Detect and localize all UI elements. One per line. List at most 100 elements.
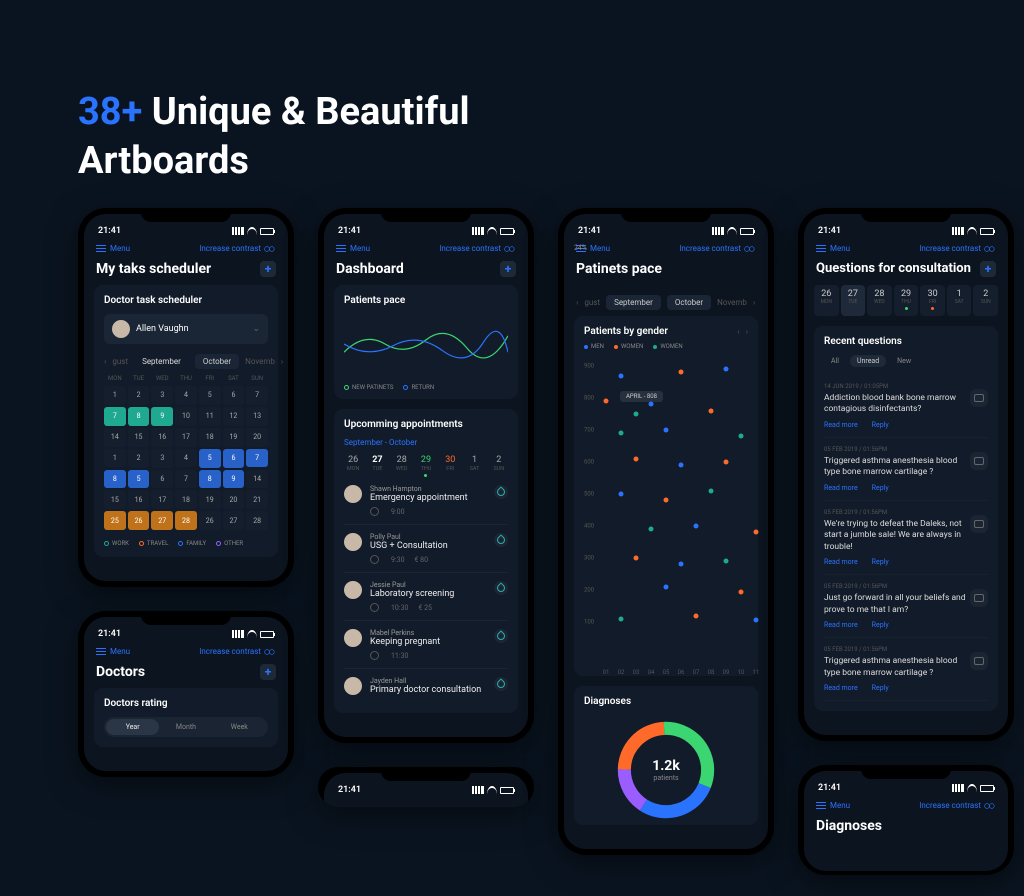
chart-nav[interactable]: ‹› [737, 327, 748, 336]
add-button[interactable]: + [260, 664, 276, 680]
calendar-day[interactable]: 27 [223, 511, 245, 530]
calendar-day[interactable]: 9 [151, 407, 173, 426]
calendar-day[interactable]: 16 [151, 428, 173, 447]
read-more-link[interactable]: Read more [824, 621, 858, 629]
calendar-day[interactable]: 8 [128, 407, 150, 426]
calendar-day[interactable]: 15 [128, 428, 150, 447]
calendar-day[interactable]: 18 [175, 490, 197, 509]
chat-icon[interactable] [970, 652, 988, 670]
calendar-day[interactable]: 5 [128, 470, 150, 489]
calendar-day[interactable]: 26 [199, 511, 221, 530]
calendar-day[interactable]: 25 [104, 511, 126, 530]
chat-icon[interactable] [970, 589, 988, 607]
contrast-toggle[interactable]: Increase contrast [919, 244, 996, 253]
calendar-day[interactable]: 20 [246, 428, 268, 447]
call-icon[interactable] [494, 533, 508, 547]
chat-icon[interactable] [970, 515, 988, 533]
day-picker-item[interactable]: 30FRI [441, 455, 459, 477]
appointment-item[interactable]: Mabel PerkinsKeeping pregnant11:30 [344, 620, 508, 668]
calendar-day[interactable]: 14 [104, 428, 126, 447]
menu-button[interactable]: Menu [336, 244, 370, 253]
calendar-day[interactable]: 26 [128, 511, 150, 530]
day-picker-item[interactable]: 27TUE [841, 285, 866, 316]
contrast-toggle[interactable]: Increase contrast [439, 244, 516, 253]
calendar-day[interactable]: 6 [223, 449, 245, 468]
calendar-day[interactable]: 7 [246, 386, 268, 405]
reply-link[interactable]: Reply [872, 484, 889, 492]
calendar-day[interactable]: 4 [175, 449, 197, 468]
calendar-day[interactable]: 7 [175, 470, 197, 489]
day-picker-item[interactable]: 27TUE [368, 455, 386, 477]
contrast-toggle[interactable]: Increase contrast [679, 244, 756, 253]
calendar-day[interactable]: 9 [223, 470, 245, 489]
add-button[interactable]: + [260, 261, 276, 277]
calendar-day[interactable]: 1 [104, 449, 126, 468]
calendar-day[interactable]: 6 [223, 386, 245, 405]
calendar-day[interactable]: 5 [199, 386, 221, 405]
calendar-day[interactable]: 14 [246, 470, 268, 489]
call-icon[interactable] [494, 629, 508, 643]
read-more-link[interactable]: Read more [824, 484, 858, 492]
calendar-day[interactable]: 27 [151, 511, 173, 530]
calendar-day[interactable]: 7 [104, 407, 126, 426]
calendar-day[interactable]: 8 [199, 470, 221, 489]
day-picker-item[interactable]: 29THU [417, 455, 435, 477]
appointment-item[interactable]: Shawn HamptonEmergency appointment9:00 [344, 481, 508, 524]
calendar-day[interactable]: 19 [223, 428, 245, 447]
contrast-toggle[interactable]: Increase contrast [919, 801, 996, 810]
day-picker-item[interactable]: 28WED [393, 455, 411, 477]
menu-button[interactable]: Menu [816, 244, 850, 253]
reply-link[interactable]: Reply [872, 421, 889, 429]
appointment-item[interactable]: Jayden HallPrimary doctor consultation [344, 668, 508, 703]
calendar-day[interactable]: 10 [175, 407, 197, 426]
calendar-day[interactable]: 1 [104, 386, 126, 405]
add-button[interactable]: + [980, 261, 996, 277]
calendar-day[interactable]: 2 [128, 386, 150, 405]
calendar-day[interactable]: 18 [199, 428, 221, 447]
calendar-day[interactable]: 7 [246, 449, 268, 468]
day-picker-item[interactable]: 28WED [867, 285, 892, 316]
read-more-link[interactable]: Read more [824, 684, 858, 692]
reply-link[interactable]: Reply [872, 621, 889, 629]
day-picker-item[interactable]: 26MON [344, 455, 362, 477]
menu-button[interactable]: Menu [96, 244, 130, 253]
calendar-day[interactable]: 19 [199, 490, 221, 509]
menu-button[interactable]: Menu [96, 647, 130, 656]
appointment-item[interactable]: Polly PaulUSG + Consultation9:30€ 80 [344, 524, 508, 572]
day-picker-item[interactable]: 26MON [814, 285, 839, 316]
reply-link[interactable]: Reply [872, 558, 889, 566]
calendar-day[interactable]: 4 [175, 386, 197, 405]
calendar-day[interactable]: 2 [128, 449, 150, 468]
day-picker-item[interactable]: 1SAT [947, 285, 972, 316]
calendar-day[interactable]: 8 [104, 470, 126, 489]
calendar-day[interactable]: 12 [223, 407, 245, 426]
day-picker-item[interactable]: 2SUN [490, 455, 508, 477]
reply-link[interactable]: Reply [872, 684, 889, 692]
calendar-day[interactable]: 3 [151, 449, 173, 468]
chat-icon[interactable] [970, 389, 988, 407]
appointment-item[interactable]: Jessie PaulLaboratory screening10:30€ 25 [344, 572, 508, 620]
calendar-day[interactable]: 15 [104, 490, 126, 509]
day-picker-item[interactable]: 1SAT [465, 455, 483, 477]
calendar-day[interactable]: 3 [151, 386, 173, 405]
call-icon[interactable] [494, 677, 508, 691]
calendar-day[interactable]: 13 [246, 407, 268, 426]
day-picker-item[interactable]: 2SUN [973, 285, 998, 316]
calendar-day[interactable]: 17 [175, 428, 197, 447]
chat-icon[interactable] [970, 452, 988, 470]
segment-control[interactable]: YearMonthWeek [104, 717, 268, 737]
day-picker-item[interactable]: 29THU [894, 285, 919, 316]
calendar-day[interactable]: 17 [151, 490, 173, 509]
read-more-link[interactable]: Read more [824, 558, 858, 566]
doctor-select[interactable]: Allen Vaughn⌄ [104, 314, 268, 344]
month-nav[interactable]: ‹gustSeptemberOctoberNovemb› [574, 295, 758, 310]
contrast-toggle[interactable]: Increase contrast [199, 647, 276, 656]
add-button[interactable]: + [500, 261, 516, 277]
calendar-day[interactable]: 20 [223, 490, 245, 509]
call-icon[interactable] [494, 485, 508, 499]
day-picker-item[interactable]: 30FRI [920, 285, 945, 316]
read-more-link[interactable]: Read more [824, 421, 858, 429]
calendar-day[interactable]: 28 [175, 511, 197, 530]
calendar-day[interactable]: 21 [246, 490, 268, 509]
calendar-day[interactable]: 6 [151, 470, 173, 489]
